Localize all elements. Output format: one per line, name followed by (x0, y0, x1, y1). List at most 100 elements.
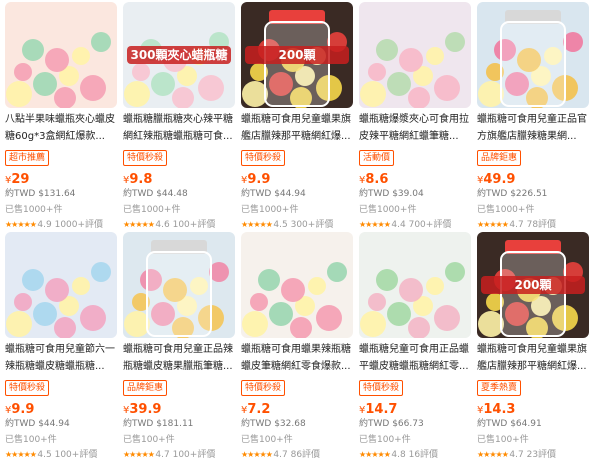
rating-value: 4.7 (509, 450, 524, 460)
rating-stars-icon: ★★★★★ (241, 220, 274, 229)
rating-value: 4.9 (37, 220, 52, 230)
product-image[interactable]: 200顆 (241, 2, 353, 108)
product-grid: 八點半果味蠟瓶夾心蠟皮糖60g*3盒網紅爆款... 超市推薦 ¥29 約TWD $13… (0, 0, 600, 460)
product-title[interactable]: 蠟瓶糖可食用兒童蠟果旗艦店臘辣那平糖網紅爆... (477, 341, 589, 377)
promo-tag: 品牌鉅惠 (123, 380, 168, 396)
price-value: 14.3 (483, 402, 516, 417)
sold-count: 已售100+件 (359, 435, 411, 445)
product-title[interactable]: 蠟瓶糖臘瓶糖夾心辣平糖網紅辣瓶糖蠟瓶糖可食... (123, 111, 235, 147)
product-title[interactable]: 蠟瓶糖可食用兒童節六一辣瓶糖蠟皮糖蠟瓶糖... (5, 341, 117, 377)
promo-tag: 超市推薦 (5, 150, 50, 166)
price: ¥9.8 (123, 168, 152, 187)
product-image[interactable] (123, 232, 235, 338)
review-count: 86評價 (290, 450, 321, 460)
price-value: 7.2 (247, 402, 271, 417)
review-count: 300+評價 (290, 220, 334, 230)
sold-count: 已售100+件 (477, 435, 529, 445)
product-card[interactable]: 蠟瓶糖可食用兒童節六一辣瓶糖蠟皮糖蠟瓶糖... 特價秒殺 ¥9.9 約TWD $44.… (5, 232, 117, 460)
promo-tag: 品牌鉅惠 (477, 150, 522, 166)
product-title[interactable]: 蠟瓶糖可食用兒童正品辣瓶糖蠟皮糖果臘瓶筆糖... (123, 341, 235, 377)
rating-value: 4.8 (391, 450, 406, 460)
price: ¥9.9 (241, 168, 270, 187)
approx-price: 約TWD $44.48 (123, 189, 188, 199)
price-value: 9.8 (129, 172, 153, 187)
product-card[interactable]: 200顆 蠟瓶糖可食用兒童蠟果旗艦店臘辣那平糖網紅爆... 夏季熱賣 ¥14.3 約TW… (477, 232, 589, 460)
sold-count: 已售1000+件 (5, 205, 63, 215)
sold-count: 已售1000+件 (241, 205, 299, 215)
rating-stars-icon: ★★★★★ (477, 220, 510, 229)
product-title[interactable]: 蠟瓶糖可食用蠟果辣瓶糖蠟皮筆糖網紅零食爆款... (241, 341, 353, 377)
price-value: 8.6 (365, 172, 389, 187)
approx-price: 約TWD $181.11 (123, 419, 194, 429)
product-image[interactable]: 200顆 (477, 232, 589, 338)
rating-row: ★★★★★ 4.7 78評價 (477, 217, 556, 230)
price-value: 9.9 (247, 172, 271, 187)
rating-stars-icon: ★★★★★ (5, 450, 38, 459)
rating-value: 4.4 (391, 220, 406, 230)
promo-tag: 夏季熱賣 (477, 380, 522, 396)
review-count: 16評價 (408, 450, 439, 460)
approx-price: 約TWD $39.04 (359, 189, 424, 199)
review-count: 23評價 (526, 450, 557, 460)
product-card[interactable]: 蠟瓶糖可食用兒童正品辣瓶糖蠟皮糖果臘瓶筆糖... 品牌鉅惠 ¥39.9 約TWD $1… (123, 232, 235, 460)
promo-tag: 特價秒殺 (5, 380, 50, 396)
price-value: 39.9 (129, 402, 162, 417)
product-image[interactable] (359, 2, 471, 108)
product-card[interactable]: 300顆夾心蜡瓶糖 蠟瓶糖臘瓶糖夾心辣平糖網紅辣瓶糖蠟瓶糖可食... 特價秒殺 ¥9.… (123, 2, 235, 230)
sold-count: 已售1000+件 (477, 205, 535, 215)
product-card[interactable]: 蠟瓶糖兒童可食用正品蠟平蠟皮糖蠟瓶糖網紅零... 特價秒殺 ¥14.7 約TWD $6… (359, 232, 471, 460)
rating-value: 4.5 (273, 220, 288, 230)
product-title[interactable]: 蠟瓶糖兒童可食用正品蠟平蠟皮糖蠟瓶糖網紅零... (359, 341, 471, 377)
promo-tag: 活動價 (359, 150, 395, 166)
product-image[interactable] (5, 2, 117, 108)
rating-row: ★★★★★ 4.7 100+評價 (123, 447, 215, 460)
product-image-banner: 300顆夾心蜡瓶糖 (127, 46, 231, 64)
price-value: 14.7 (365, 402, 398, 417)
sold-count: 已售100+件 (241, 435, 293, 445)
price: ¥9.9 (5, 398, 34, 417)
product-card[interactable]: 蠟瓶糖可食用兒童正品官方旗艦店臘辣糖果網... 品牌鉅惠 ¥49.9 約TWD $22… (477, 2, 589, 230)
rating-value: 4.7 (273, 450, 288, 460)
product-image[interactable]: 300顆夾心蜡瓶糖 (123, 2, 235, 108)
product-image-banner: 200顆 (481, 276, 585, 294)
rating-stars-icon: ★★★★★ (241, 450, 274, 459)
approx-price: 約TWD $226.51 (477, 189, 548, 199)
product-card[interactable]: 八點半果味蠟瓶夾心蠟皮糖60g*3盒網紅爆款... 超市推薦 ¥29 約TWD $13… (5, 2, 117, 230)
price: ¥14.7 (359, 398, 397, 417)
sold-count: 已售100+件 (123, 435, 175, 445)
approx-price: 約TWD $64.91 (477, 419, 542, 429)
rating-stars-icon: ★★★★★ (359, 220, 392, 229)
price: ¥39.9 (123, 398, 161, 417)
approx-price: 約TWD $32.68 (241, 419, 306, 429)
rating-row: ★★★★★ 4.5 100+評價 (5, 447, 97, 460)
sold-count: 已售100+件 (5, 435, 57, 445)
product-title[interactable]: 蠟瓶糖爆漿夾心可食用拉皮辣平糖網紅蠟筆糖... (359, 111, 471, 147)
product-card[interactable]: 蠟瓶糖可食用蠟果辣瓶糖蠟皮筆糖網紅零食爆款... 特價秒殺 ¥7.2 約TWD $32… (241, 232, 353, 460)
product-title[interactable]: 八點半果味蠟瓶夾心蠟皮糖60g*3盒網紅爆款... (5, 111, 117, 147)
product-title[interactable]: 蠟瓶糖可食用兒童正品官方旗艦店臘辣糖果網... (477, 111, 589, 147)
rating-stars-icon: ★★★★★ (477, 450, 510, 459)
rating-stars-icon: ★★★★★ (123, 220, 156, 229)
approx-price: 約TWD $44.94 (5, 419, 70, 429)
product-image[interactable] (241, 232, 353, 338)
price-value: 29 (11, 172, 30, 187)
product-image[interactable] (5, 232, 117, 338)
product-card[interactable]: 蠟瓶糖爆漿夾心可食用拉皮辣平糖網紅蠟筆糖... 活動價 ¥8.6 約TWD $39.0… (359, 2, 471, 230)
rating-stars-icon: ★★★★★ (359, 450, 392, 459)
rating-row: ★★★★★ 4.7 23評價 (477, 447, 556, 460)
rating-row: ★★★★★ 4.4 700+評價 (359, 217, 451, 230)
product-image[interactable] (359, 232, 471, 338)
product-image[interactable] (477, 2, 589, 108)
review-count: 1000+評價 (54, 220, 104, 230)
sold-count: 已售1000+件 (359, 205, 417, 215)
product-card[interactable]: 200顆 蠟瓶糖可食用兒童蠟果旗艦店臘辣那平糖網紅爆... 特價秒殺 ¥9.9 約TWD… (241, 2, 353, 230)
rating-row: ★★★★★ 4.8 16評價 (359, 447, 438, 460)
promo-tag: 特價秒殺 (241, 150, 286, 166)
rating-value: 4.6 (155, 220, 170, 230)
approx-price: 約TWD $131.64 (5, 189, 76, 199)
rating-stars-icon: ★★★★★ (5, 220, 38, 229)
rating-row: ★★★★★ 4.9 1000+評價 (5, 217, 103, 230)
review-count: 100+評價 (172, 220, 216, 230)
price: ¥29 (5, 168, 29, 187)
product-title[interactable]: 蠟瓶糖可食用兒童蠟果旗艦店臘辣那平糖網紅爆... (241, 111, 353, 147)
